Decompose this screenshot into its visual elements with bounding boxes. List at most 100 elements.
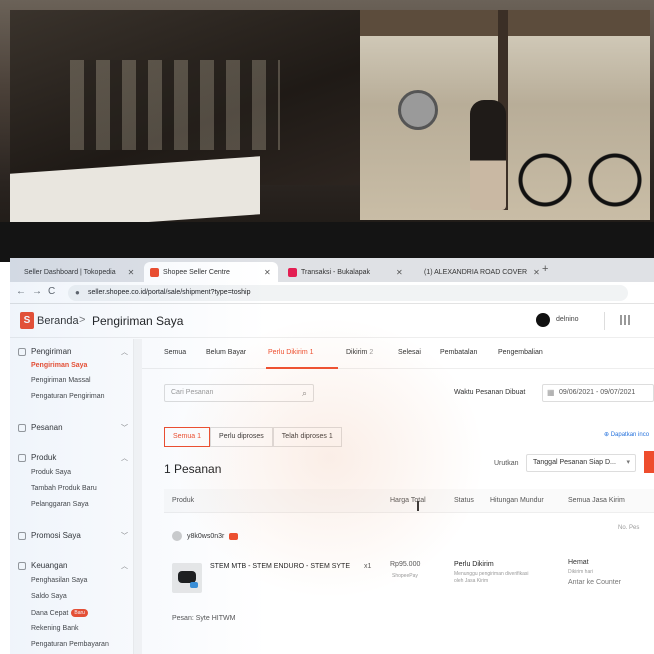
sidebar-item-tambah-produk[interactable]: Tambah Produk Baru (31, 485, 97, 492)
avatar[interactable] (536, 313, 550, 327)
close-icon[interactable]: ✕ (264, 268, 271, 277)
subtab-count: 1 (328, 433, 333, 440)
chevron-down-icon[interactable]: ﹀ (121, 531, 128, 541)
download-link[interactable]: ⊕ Dapatkan inco (604, 431, 649, 438)
sidebar-section-promosi[interactable]: Promosi Saya ﹀ (18, 531, 128, 540)
sidebar-section-keuangan[interactable]: Keuangan ︿ (18, 561, 128, 570)
url-text: seller.shopee.co.id/portal/sale/shipment… (88, 289, 251, 296)
tab-youtube[interactable]: (1) ALEXANDRIA ROAD COVER ✕ (414, 262, 540, 282)
sidebar-item-pengiriman-saya[interactable]: Pengiriman Saya (31, 362, 87, 369)
sidebar-item-pelanggaran[interactable]: Pelanggaran Saya (31, 501, 89, 508)
sidebar-section-label: Pesanan (31, 423, 63, 432)
chevron-up-icon[interactable]: ︿ (121, 453, 128, 463)
tab-label: Pembatalan (440, 349, 478, 356)
tag-icon (18, 531, 26, 540)
back-icon[interactable]: ← (16, 286, 26, 297)
chevron-up-icon[interactable]: ︿ (121, 347, 128, 357)
tab-semua[interactable]: Semua (164, 349, 186, 356)
sidebar-item-penghasilan[interactable]: Penghasilan Saya (31, 577, 87, 584)
tab-bukalapak[interactable]: Transaksi - Bukalapak ✕ (282, 262, 412, 282)
subtab-label: Semua (173, 433, 196, 440)
chat-icon[interactable] (229, 532, 239, 540)
sidebar-item-produk-saya[interactable]: Produk Saya (31, 469, 71, 476)
apps-grid-icon[interactable] (620, 315, 630, 325)
close-icon[interactable]: ✕ (396, 268, 403, 277)
reload-icon[interactable]: C (48, 286, 55, 297)
tab-pembatalan[interactable]: Pembatalan (440, 349, 477, 356)
room-reflection-photo (0, 0, 654, 262)
tab-belum-bayar[interactable]: Belum Bayar (206, 349, 246, 356)
product-qty: x1 (364, 563, 372, 570)
chevron-down-icon: ▾ (626, 459, 630, 466)
sort-select[interactable]: Tanggal Pesanan Siap D... ▾ (526, 454, 636, 472)
status-tab-bar: Semua Belum Bayar Perlu Dikirim 1 Dikirim… (142, 339, 654, 369)
breadcrumb-home[interactable]: Beranda (37, 315, 79, 327)
bulk-ship-button[interactable] (644, 451, 654, 473)
order-total: Rp95.000 (390, 561, 421, 568)
wallet-icon (18, 561, 26, 570)
url-field[interactable]: ● seller.shopee.co.id/portal/sale/shipme… (68, 285, 628, 301)
tab-label: Seller Dashboard | Tokopedia (24, 268, 116, 276)
sidebar-item-pengaturan-pembayaran[interactable]: Pengaturan Pembayaran (31, 641, 109, 648)
tab-label: Selesai (398, 349, 421, 356)
tab-selesai[interactable]: Selesai (398, 349, 421, 356)
sidebar-item-dana-cepat[interactable]: Dana Cepat Baru (31, 609, 88, 617)
monitor-screen: Seller Dashboard | Tokopedia ✕ Shopee Se… (10, 258, 654, 654)
tab-label: Perlu Dikirim (268, 349, 308, 356)
text-cursor (417, 501, 419, 511)
tab-perlu-dikirim[interactable]: Perlu Dikirim 1 (268, 349, 314, 356)
forward-icon[interactable]: → (32, 286, 42, 297)
tab-tokopedia[interactable]: Seller Dashboard | Tokopedia ✕ (14, 262, 138, 282)
calendar-icon: ▦ (547, 388, 555, 397)
standing-fan (398, 90, 438, 130)
sidebar-item-saldo[interactable]: Saldo Saya (31, 593, 67, 600)
bicycles (505, 110, 650, 220)
tab-shopee[interactable]: Shopee Seller Centre ✕ (144, 262, 278, 282)
new-badge: Baru (71, 609, 88, 617)
search-icon[interactable]: ⌕ (302, 385, 307, 401)
address-bar: ← → C ● seller.shopee.co.id/portal/sale/… (10, 282, 654, 304)
sidebar-section-pesanan[interactable]: Pesanan ﹀ (18, 423, 128, 432)
column-header: Hitungan Mundur (490, 497, 544, 504)
sidebar: Pengiriman ︿ Pengiriman Saya Pengiriman … (10, 339, 134, 654)
product-thumbnail[interactable] (172, 563, 202, 593)
user-icon (172, 531, 182, 541)
subtab-perlu-diproses[interactable]: Perlu diproses (210, 427, 273, 447)
subtab-label: Telah diproses (281, 433, 327, 440)
orders-panel: Semua Belum Bayar Perlu Dikirim 1 Dikirim… (142, 339, 654, 654)
column-header[interactable]: Semua Jasa Kirim (568, 497, 625, 504)
tab-dikirim[interactable]: Dikirim 2 (346, 349, 373, 356)
date-range-value: 09/06/2021 - 09/07/2021 (559, 389, 636, 396)
sidebar-section-label: Keuangan (31, 561, 68, 570)
sidebar-section-pengiriman[interactable]: Pengiriman ︿ (18, 347, 128, 356)
shopee-logo[interactable]: S (20, 312, 34, 329)
tab-label: Belum Bayar (206, 349, 247, 356)
download-link-label: Dapatkan inco (610, 432, 650, 438)
header-divider (604, 312, 605, 330)
tab-count: 2 (369, 349, 374, 356)
subtab-telah-diproses[interactable]: Telah diproses 1 (272, 427, 342, 447)
close-icon[interactable]: ✕ (128, 268, 135, 277)
sidebar-section-produk[interactable]: Produk ︿ (18, 453, 128, 462)
lock-icon: ● (75, 288, 80, 297)
page-title: Pengiriman Saya (92, 314, 184, 328)
chevron-up-icon[interactable]: ︿ (121, 561, 128, 571)
search-input[interactable]: Cari Pesanan ⌕ (164, 384, 314, 402)
subtab-label: Perlu diproses (219, 433, 264, 440)
username[interactable]: delnino (556, 316, 579, 323)
date-range-picker[interactable]: ▦ 09/06/2021 - 09/07/2021 (542, 384, 654, 402)
sidebar-item-rekening-bank[interactable]: Rekening Bank (31, 625, 78, 632)
sidebar-item-pengaturan-pengiriman[interactable]: Pengaturan Pengiriman (31, 393, 105, 400)
subtab-semua[interactable]: Semua 1 (164, 427, 211, 447)
tab-pengembalian[interactable]: Pengembalian (498, 349, 543, 356)
chevron-down-icon[interactable]: ﹀ (121, 423, 128, 433)
monitor-bezel (0, 222, 654, 262)
person (470, 100, 506, 210)
sidebar-item-pengiriman-massal[interactable]: Pengiriman Massal (31, 377, 91, 384)
hanging-bags (70, 60, 280, 150)
countdown-sub: Dikirim hari (568, 569, 593, 575)
new-tab-button[interactable]: + (542, 263, 548, 275)
buyer-name[interactable]: y8k0ws0n3r (187, 533, 224, 540)
close-icon[interactable]: ✕ (533, 268, 540, 277)
tab-count: 1 (309, 349, 314, 356)
